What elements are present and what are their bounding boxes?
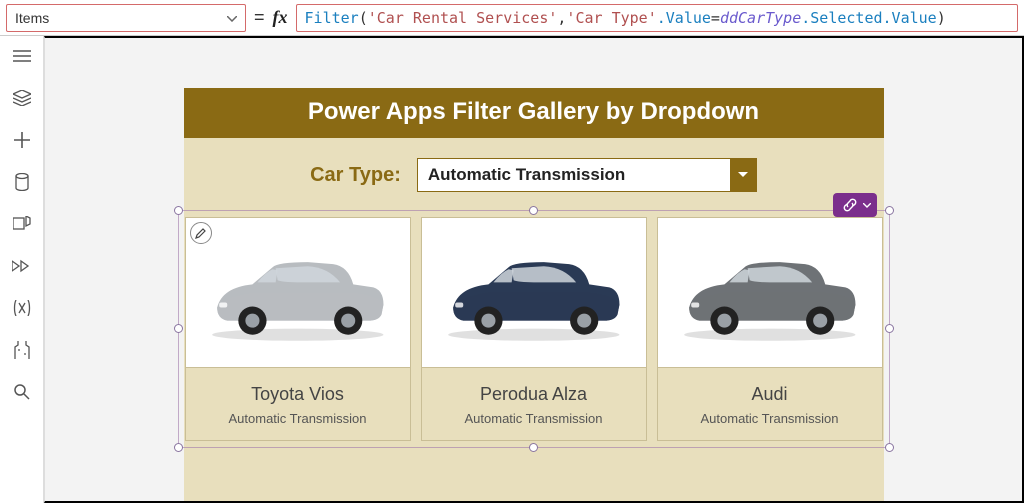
- property-selector-value: Items: [15, 10, 49, 26]
- gallery-action-pill[interactable]: [833, 193, 877, 217]
- formula-arg2-left: 'Car Type': [566, 9, 656, 27]
- car-image: [186, 218, 410, 368]
- formula-var: ddCarType: [720, 9, 801, 27]
- property-selector[interactable]: Items: [6, 4, 246, 32]
- layers-icon[interactable]: [10, 88, 34, 108]
- dropdown-chevron-icon[interactable]: [730, 159, 756, 191]
- filter-row: Car Type: Automatic Transmission: [184, 138, 884, 210]
- card-title: Toyota Vios: [251, 384, 344, 405]
- gallery-selection[interactable]: Toyota Vios Automatic Transmission Perod…: [178, 210, 890, 448]
- fx-icon: fx: [273, 7, 288, 28]
- car-type-dropdown[interactable]: Automatic Transmission: [417, 158, 757, 192]
- dropdown-value: Automatic Transmission: [418, 165, 730, 185]
- resize-handle[interactable]: [885, 206, 894, 215]
- chevron-down-icon: [863, 203, 871, 208]
- gallery-card[interactable]: Audi Automatic Transmission: [657, 217, 883, 441]
- link-icon: [843, 198, 857, 212]
- gallery-card[interactable]: Perodua Alza Automatic Transmission: [421, 217, 647, 441]
- resize-handle[interactable]: [174, 324, 183, 333]
- formula-arg1: 'Car Rental Services': [368, 9, 558, 27]
- tools-icon[interactable]: [10, 340, 34, 360]
- card-title: Perodua Alza: [480, 384, 587, 405]
- variables-icon[interactable]: [10, 298, 34, 318]
- card-subtitle: Automatic Transmission: [229, 411, 367, 426]
- gallery-card[interactable]: Toyota Vios Automatic Transmission: [185, 217, 411, 441]
- resize-handle[interactable]: [174, 206, 183, 215]
- card-subtitle: Automatic Transmission: [701, 411, 839, 426]
- left-nav-rail: [0, 36, 44, 503]
- equals-sign: =: [254, 7, 265, 28]
- resize-handle[interactable]: [885, 443, 894, 452]
- card-title: Audi: [751, 384, 787, 405]
- card-subtitle: Automatic Transmission: [465, 411, 603, 426]
- hamburger-icon[interactable]: [10, 46, 34, 66]
- app-title: Power Apps Filter Gallery by Dropdown: [184, 88, 884, 138]
- gallery[interactable]: Toyota Vios Automatic Transmission Perod…: [185, 217, 883, 441]
- canvas[interactable]: Power Apps Filter Gallery by Dropdown Ca…: [44, 36, 1024, 503]
- resize-handle[interactable]: [529, 206, 538, 215]
- chevron-down-icon: [227, 11, 237, 25]
- car-image: [658, 218, 882, 368]
- formula-toolbar: Items = fx Filter('Car Rental Services',…: [0, 0, 1024, 36]
- app-screen: Power Apps Filter Gallery by Dropdown Ca…: [184, 88, 884, 501]
- formula-func: Filter: [305, 9, 359, 27]
- flows-icon[interactable]: [10, 256, 34, 276]
- resize-handle[interactable]: [529, 443, 538, 452]
- resize-handle[interactable]: [885, 324, 894, 333]
- resize-handle[interactable]: [174, 443, 183, 452]
- data-icon[interactable]: [10, 172, 34, 192]
- filter-label: Car Type:: [310, 164, 401, 187]
- car-image: [422, 218, 646, 368]
- media-icon[interactable]: [10, 214, 34, 234]
- edit-template-icon[interactable]: [190, 222, 212, 244]
- plus-icon[interactable]: [10, 130, 34, 150]
- search-icon[interactable]: [10, 382, 34, 402]
- formula-bar[interactable]: Filter('Car Rental Services','Car Type'.…: [296, 4, 1018, 32]
